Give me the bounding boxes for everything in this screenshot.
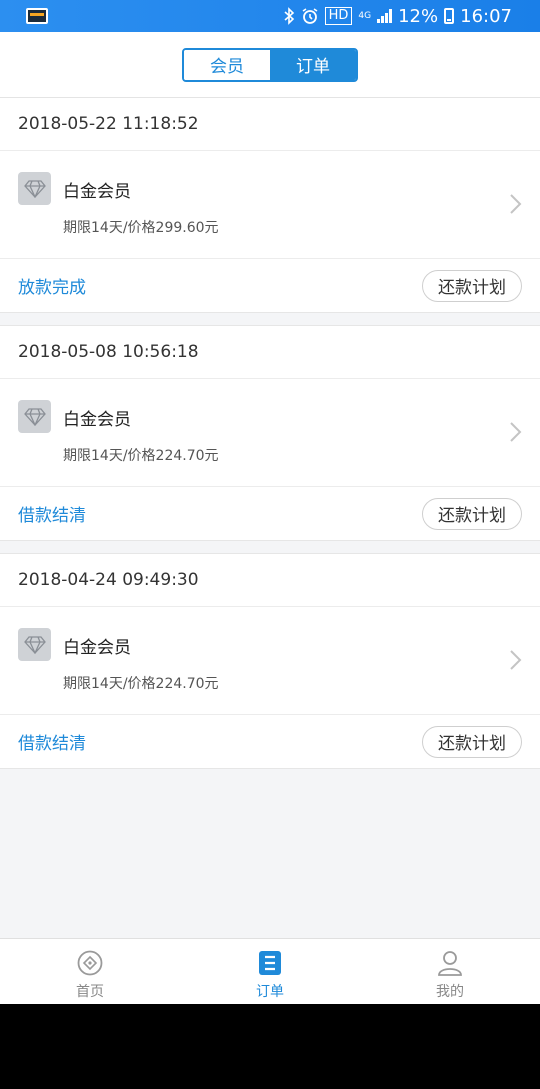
clock: 16:07 bbox=[460, 5, 512, 27]
order-card: 2018-04-24 09:49:30 白金会员 期限14天/价格224.70元… bbox=[0, 553, 540, 769]
diamond-icon bbox=[18, 400, 51, 433]
order-status: 借款结清 bbox=[18, 734, 86, 754]
status-icons: HD 4G 12% 16:07 bbox=[283, 6, 512, 27]
order-desc: 期限14天/价格224.70元 bbox=[63, 448, 219, 464]
status-bar: HD 4G 12% 16:07 bbox=[0, 0, 540, 32]
order-status: 借款结清 bbox=[18, 506, 86, 526]
tab-label: 首页 bbox=[76, 984, 104, 1000]
tab-orders-nav[interactable]: 订单 bbox=[180, 939, 360, 1004]
order-date: 2018-05-08 10:56:18 bbox=[0, 326, 540, 379]
alarm-icon bbox=[302, 8, 318, 24]
signal-icon bbox=[377, 9, 393, 23]
app-notification-icon bbox=[26, 8, 48, 24]
tab-home[interactable]: 首页 bbox=[0, 939, 180, 1004]
order-card: 2018-05-08 10:56:18 白金会员 期限14天/价格224.70元… bbox=[0, 325, 540, 541]
bluetooth-icon bbox=[284, 7, 294, 25]
order-desc: 期限14天/价格299.60元 bbox=[63, 220, 219, 236]
order-footer: 借款结清 还款计划 bbox=[0, 487, 540, 540]
repayment-plan-button[interactable]: 还款计划 bbox=[422, 497, 522, 530]
order-detail-row[interactable]: 白金会员 期限14天/价格299.60元 bbox=[0, 151, 540, 259]
battery-percent: 12% bbox=[398, 5, 439, 27]
tab-label: 我的 bbox=[436, 984, 464, 1000]
top-bar: 会员 订单 bbox=[0, 32, 540, 98]
hd-badge: HD bbox=[324, 7, 353, 25]
chevron-right-icon bbox=[510, 650, 522, 670]
user-icon bbox=[438, 951, 462, 976]
compass-icon bbox=[77, 950, 103, 976]
chevron-right-icon bbox=[510, 422, 522, 442]
order-title: 白金会员 bbox=[63, 638, 131, 658]
order-footer: 借款结清 还款计划 bbox=[0, 715, 540, 768]
order-list-icon bbox=[259, 951, 281, 975]
order-card: 2018-05-22 11:18:52 白金会员 期限14天/价格299.60元… bbox=[0, 98, 540, 313]
order-date: 2018-04-24 09:49:30 bbox=[0, 554, 540, 607]
tab-label: 订单 bbox=[256, 984, 284, 1000]
battery-icon bbox=[444, 8, 455, 24]
bottom-tab-bar: 首页 订单 我的 bbox=[0, 938, 540, 1004]
repayment-plan-button[interactable]: 还款计划 bbox=[422, 269, 522, 302]
order-date: 2018-05-22 11:18:52 bbox=[0, 98, 540, 151]
order-status: 放款完成 bbox=[18, 278, 86, 298]
order-title: 白金会员 bbox=[63, 182, 131, 202]
segmented-control: 会员 订单 bbox=[182, 47, 358, 82]
order-title: 白金会员 bbox=[63, 410, 131, 430]
tab-orders[interactable]: 订单 bbox=[270, 49, 356, 80]
network-type: 4G bbox=[358, 10, 372, 21]
order-desc: 期限14天/价格224.70元 bbox=[63, 676, 219, 692]
diamond-icon bbox=[18, 628, 51, 661]
app-screen: 会员 订单 2018-05-22 11:18:52 白金会员 期限14天/价格2… bbox=[0, 32, 540, 1004]
order-detail-row[interactable]: 白金会员 期限14天/价格224.70元 bbox=[0, 379, 540, 487]
order-detail-row[interactable]: 白金会员 期限14天/价格224.70元 bbox=[0, 607, 540, 715]
chevron-right-icon bbox=[510, 194, 522, 214]
system-navigation-bar bbox=[0, 1004, 540, 1089]
order-footer: 放款完成 还款计划 bbox=[0, 259, 540, 312]
repayment-plan-button[interactable]: 还款计划 bbox=[422, 725, 522, 758]
diamond-icon bbox=[18, 172, 51, 205]
tab-members[interactable]: 会员 bbox=[184, 49, 270, 80]
tab-mine[interactable]: 我的 bbox=[360, 939, 540, 1004]
